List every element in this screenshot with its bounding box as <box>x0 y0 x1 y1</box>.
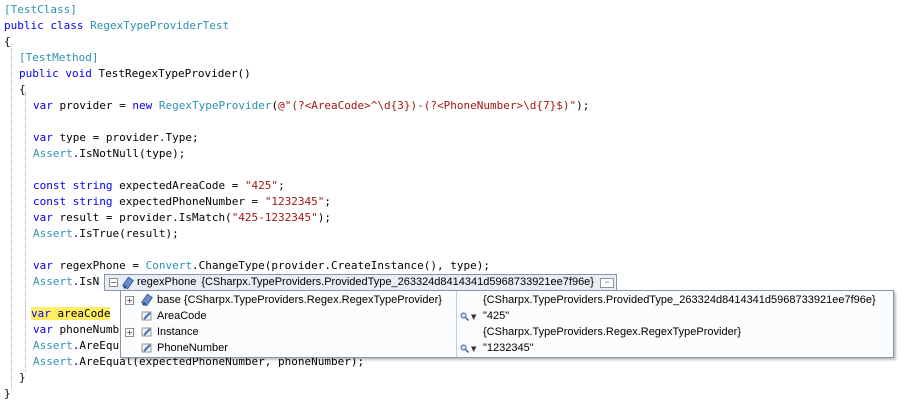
keyword: public void <box>19 67 99 80</box>
property-icon <box>141 343 152 353</box>
code-text: ; <box>324 195 332 208</box>
keyword: const string <box>33 195 113 208</box>
code-line: public class RegexTypeProviderTest <box>4 18 229 34</box>
keyword: var <box>31 307 51 320</box>
string-literal: "1232345" <box>264 195 325 208</box>
member-value[interactable]: "1232345" <box>483 340 534 356</box>
expand-icon[interactable]: + <box>125 328 134 337</box>
datatip-variable-value[interactable]: {CSharpx.TypeProviders.ProvidedType_2633… <box>201 275 594 290</box>
code-line: var phoneNumb <box>33 322 119 338</box>
code-line: { <box>4 35 11 48</box>
code-text: regexPhone = <box>52 259 146 272</box>
code-text: provider = <box>52 99 133 112</box>
indent-guide <box>25 92 26 372</box>
keyword: var <box>33 323 53 336</box>
member-name: Instance <box>157 326 199 338</box>
code-text: expectedAreaCode = <box>112 179 245 192</box>
type-name: Assert <box>33 275 73 288</box>
code-text: ; <box>278 179 285 192</box>
code-line: var regexPhone = Convert.ChangeType(prov… <box>33 258 490 274</box>
keyword: var <box>33 131 53 144</box>
code-line: public void TestRegexTypeProvider() <box>19 66 251 82</box>
current-statement-highlight: var areaCode <box>31 307 111 320</box>
attribute-testmethod: [TestMethod] <box>19 51 99 64</box>
type-name: Convert <box>145 259 192 272</box>
code-line: var provider = new RegexTypeProvider(@"(… <box>33 98 589 114</box>
keyword: public class <box>4 19 91 32</box>
class-name: RegexTypeProviderTest <box>90 19 230 32</box>
code-text: .IsNotNull(type); <box>72 147 186 160</box>
code-line: Assert.AreEqu <box>33 338 119 354</box>
string-literal: @"(?<AreaCode>^\d{3})-(?<PhoneNumber>\d{… <box>278 99 577 112</box>
member-value[interactable]: "425" <box>483 308 509 324</box>
collapse-icon[interactable]: − <box>109 278 118 287</box>
code-text: type = provider.Type; <box>52 131 199 144</box>
type-name: RegexTypeProvider <box>158 99 272 112</box>
property-icon <box>141 327 152 337</box>
datatip-row-instance[interactable]: + Instance {CSharpx.TypeProviders.Regex.… <box>121 324 893 340</box>
keyword: var <box>33 99 53 112</box>
type-name: Assert <box>33 339 73 352</box>
expand-icon[interactable]: + <box>125 296 134 305</box>
datatip-row-areacode[interactable]: AreaCode ▼ "425" <box>121 308 893 324</box>
text-visualizer-icon[interactable] <box>460 312 469 321</box>
code-text: ); <box>317 211 332 224</box>
code-line: [TestClass] <box>4 2 77 18</box>
visualizer-dropdown-icon[interactable]: ▼ <box>471 341 476 357</box>
pin-icon[interactable]: ⇔ <box>599 277 614 288</box>
method-name: TestRegexTypeProvider() <box>98 67 251 80</box>
code-line: } <box>19 371 26 384</box>
type-name: Assert <box>33 227 73 240</box>
property-icon <box>141 311 152 321</box>
code-line-current: var areaCode <box>31 306 111 322</box>
code-text: .ChangeType(provider.CreateInstance(), t… <box>191 259 490 272</box>
datatip-members: + base {CSharpx.TypeProviders.Regex.Rege… <box>120 290 894 358</box>
keyword: var <box>33 259 53 272</box>
datatip-row-base[interactable]: + base {CSharpx.TypeProviders.Regex.Rege… <box>121 292 893 308</box>
member-value[interactable]: {CSharpx.TypeProviders.ProvidedType_2633… <box>483 292 876 308</box>
code-text: .IsTrue(result); <box>72 227 179 240</box>
code-line: Assert.IsN <box>33 274 99 290</box>
datatip-header[interactable]: − regexPhone {CSharpx.TypeProviders.Prov… <box>104 274 617 291</box>
code-text: .AreEqu <box>72 339 120 352</box>
indent-guide <box>11 44 12 389</box>
code-line: Assert.IsNotNull(type); <box>33 146 185 162</box>
code-line: } <box>4 387 11 400</box>
datatip-row-phonenumber[interactable]: PhoneNumber ▼ "1232345" <box>121 340 893 356</box>
code-line: [TestMethod] <box>19 50 98 66</box>
code-line: { <box>19 83 26 96</box>
visualizer-dropdown-icon[interactable]: ▼ <box>471 309 476 325</box>
code-text: .IsN <box>72 275 100 288</box>
base-class-icon <box>141 294 153 306</box>
string-literal: "425" <box>244 179 279 192</box>
code-text: result = provider.IsMatch( <box>52 211 232 224</box>
variable-icon <box>122 276 134 289</box>
code-text: expectedPhoneNumber = <box>112 195 265 208</box>
type-name: Assert <box>33 147 73 160</box>
member-value[interactable]: {CSharpx.TypeProviders.Regex.RegexTypePr… <box>483 324 741 340</box>
attribute-testclass: [TestClass] <box>4 3 77 16</box>
code-line: const string expectedAreaCode = "425"; <box>33 178 285 194</box>
type-name: Assert <box>33 355 73 368</box>
keyword: new <box>132 99 159 112</box>
code-text: phoneNumb <box>52 323 120 336</box>
member-name: base {CSharpx.TypeProviders.Regex.RegexT… <box>157 294 442 306</box>
code-line: var result = provider.IsMatch("425-12323… <box>33 210 331 226</box>
member-name: AreaCode <box>157 310 207 322</box>
member-name: PhoneNumber <box>157 342 228 354</box>
keyword: var <box>33 211 53 224</box>
code-line: var type = provider.Type; <box>33 130 199 146</box>
string-literal: "425-1232345" <box>231 211 318 224</box>
code-text: areaCode <box>50 307 111 320</box>
code-text: ); <box>576 99 590 112</box>
code-line: const string expectedPhoneNumber = "1232… <box>33 194 331 210</box>
datatip-variable-name: regexPhone <box>137 276 197 288</box>
code-line: Assert.IsTrue(result); <box>33 226 179 242</box>
keyword: const string <box>33 179 113 192</box>
text-visualizer-icon[interactable] <box>460 344 469 353</box>
